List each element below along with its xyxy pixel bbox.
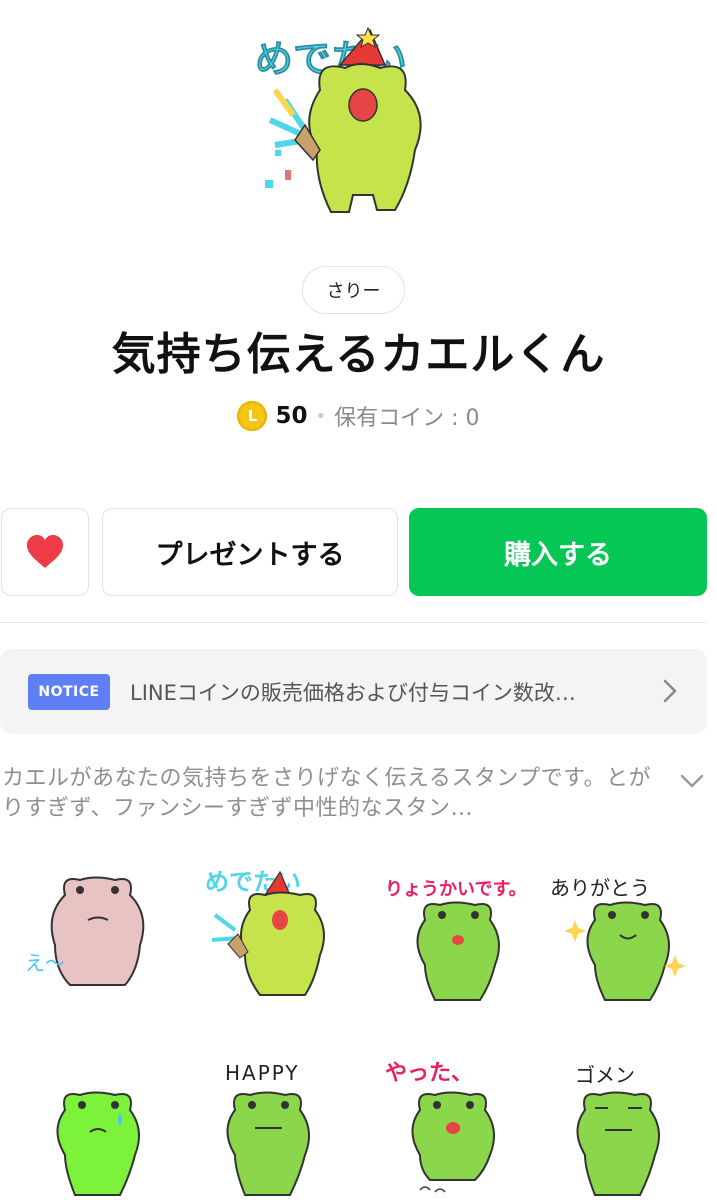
- sticker-item[interactable]: HAPPY: [200, 1050, 350, 1200]
- chevron-right-icon: [663, 679, 677, 703]
- page-title: 気持ち伝えるカエルくん: [111, 329, 606, 380]
- sticker-caption: ありがとう: [550, 876, 650, 900]
- author-chip[interactable]: さりー: [302, 266, 405, 314]
- sticker-description: カエルがあなたの気持ちをさりげなく伝えるスタンプです。とがりすぎず、ファンシーす…: [2, 766, 651, 821]
- sticker-caption: りょうかいです。: [385, 879, 527, 900]
- sticker-item[interactable]: え〜: [20, 860, 170, 1010]
- frog-party-sticker: めでたい: [255, 26, 422, 213]
- price-amount: 50: [275, 403, 308, 429]
- favorite-button[interactable]: [1, 508, 89, 596]
- sticker-item[interactable]: りょうかいです。: [380, 860, 530, 1010]
- main-sticker-image: めでたい: [0, 0, 717, 250]
- sticker-caption: ゴメン: [575, 1063, 635, 1087]
- notice-banner[interactable]: NOTICE LINEコインの販売価格および付与コイン数改…: [0, 649, 707, 734]
- line-coin-icon: L: [237, 401, 268, 431]
- present-button[interactable]: プレゼントする: [102, 508, 398, 596]
- sticker-item[interactable]: やった、: [380, 1050, 530, 1200]
- sticker-item[interactable]: めでたい: [200, 860, 350, 1010]
- notice-badge: NOTICE: [28, 673, 110, 710]
- heart-icon: [27, 535, 63, 568]
- sticker-caption: HAPPY: [225, 1061, 300, 1085]
- price-row: L 50 • 保有コイン : 0: [0, 398, 717, 434]
- divider: [0, 622, 707, 623]
- sticker-caption: え〜: [25, 951, 65, 975]
- separator-dot: •: [315, 405, 327, 427]
- notice-text: LINEコインの販売価格および付与コイン数改…: [130, 680, 576, 705]
- chevron-down-icon[interactable]: [680, 774, 704, 788]
- sticker-item[interactable]: ありがとう: [550, 860, 700, 1010]
- sticker-grid: え〜 めでたい りょうかいです。 ありがとう HAPPY やった、 ゴメン: [0, 850, 717, 1200]
- sticker-caption: やった、: [385, 1061, 473, 1086]
- buy-button[interactable]: 購入する: [409, 508, 707, 596]
- owned-coins-label: 保有コイン : 0: [334, 406, 480, 431]
- sticker-item[interactable]: [20, 1050, 170, 1200]
- sticker-item[interactable]: ゴメン: [550, 1050, 700, 1200]
